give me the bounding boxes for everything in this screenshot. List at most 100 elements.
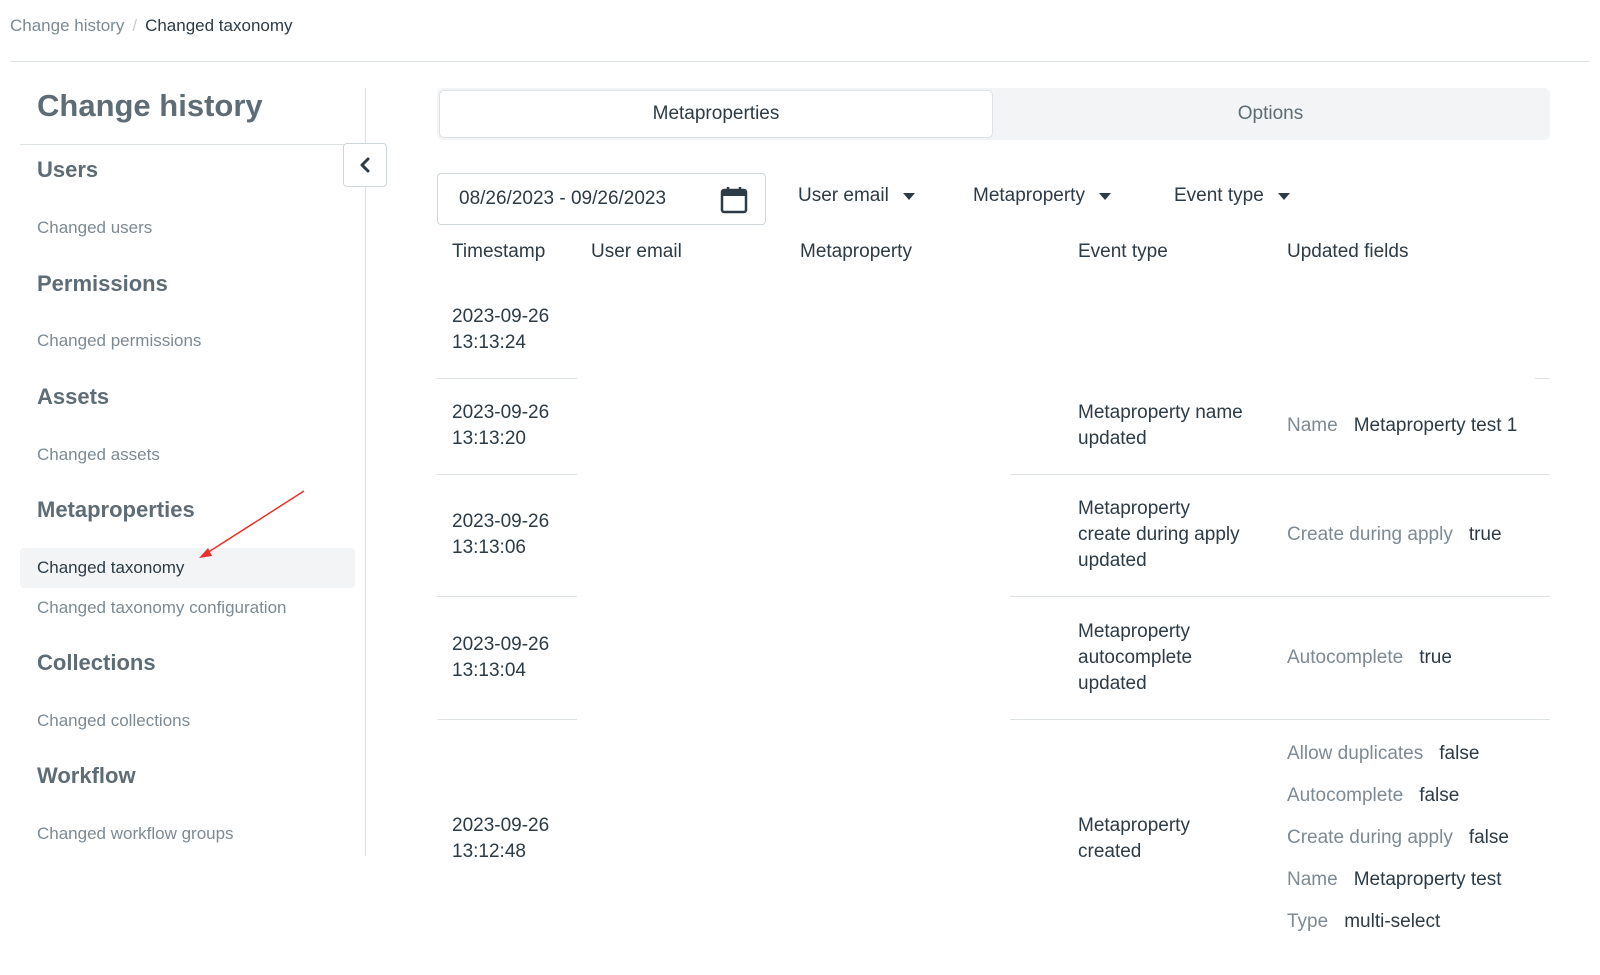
table-row-timestamp: 2023-09-26 13:13:04 [452, 632, 549, 684]
metaproperty-filter-label: Metaproperty [973, 185, 1085, 206]
row-divider [1535, 378, 1550, 379]
timestamp-date: 2023-09-26 [452, 511, 550, 532]
timestamp-time: 13:13:20 [452, 428, 526, 449]
sidebar-item-changed-taxonomy[interactable]: Changed taxonomy [20, 548, 355, 588]
sidebar-section-workflow: Workflow [37, 763, 136, 788]
updated-field: Autocomplete true [1287, 645, 1452, 671]
breadcrumb-separator: / [132, 16, 138, 35]
event-type-line: create during apply [1078, 524, 1240, 545]
caret-down-icon [1098, 192, 1111, 200]
field-label: Name [1287, 415, 1338, 436]
caret-down-icon [902, 192, 915, 200]
event-type-line: Metaproperty [1078, 621, 1190, 642]
sidebar-item-changed-permissions[interactable]: Changed permissions [20, 321, 355, 361]
timestamp-time: 13:12:48 [452, 841, 526, 862]
timestamp-time: 13:13:06 [452, 537, 526, 558]
updated-field: Name Metaproperty test 1 [1287, 413, 1517, 439]
field-label: Create during apply [1287, 524, 1453, 545]
field-value: true [1468, 524, 1502, 545]
tab-bar: Metaproperties Options [437, 88, 1550, 140]
field-value: false [1439, 743, 1480, 764]
event-type-line: updated [1078, 550, 1147, 571]
table-row-timestamp: 2023-09-26 13:13:06 [452, 509, 549, 561]
sidebar-item-changed-taxonomy-configuration[interactable]: Changed taxonomy configuration [20, 588, 355, 628]
row-divider [1010, 474, 1550, 475]
header-divider [10, 61, 1590, 62]
tab-metaproperties[interactable]: Metaproperties [439, 90, 993, 138]
event-type-filter-label: Event type [1174, 185, 1264, 206]
event-type-line: updated [1078, 428, 1147, 449]
breadcrumb-link-change-history[interactable]: Change history [10, 16, 124, 36]
table-row-event-type: Metaproperty created [1078, 813, 1190, 865]
field-label: Autocomplete [1287, 785, 1404, 806]
table-row-timestamp: 2023-09-26 13:13:24 [452, 304, 549, 356]
caret-down-icon [1277, 192, 1290, 200]
sidebar-item-changed-workflow-groups[interactable]: Changed workflow groups [20, 814, 355, 854]
table-row-event-type: Metaproperty create during apply updated [1078, 496, 1240, 574]
timestamp-date: 2023-09-26 [452, 306, 550, 327]
field-value: false [1419, 785, 1460, 806]
field-label: Allow duplicates [1287, 743, 1424, 764]
event-type-line: autocomplete [1078, 647, 1193, 668]
row-divider [437, 474, 577, 475]
field-value: true [1419, 647, 1452, 668]
field-value: Metaproperty test 1 [1353, 415, 1518, 436]
timestamp-time: 13:13:24 [452, 332, 526, 353]
sidebar-title: Change history [37, 88, 263, 123]
timestamp-time: 13:13:04 [452, 660, 526, 681]
sidebar-section-users: Users [37, 157, 99, 182]
updated-field: Allow duplicates false [1287, 741, 1479, 767]
sidebar-item-changed-assets[interactable]: Changed assets [20, 435, 355, 475]
metaproperty-filter[interactable]: Metaproperty [973, 185, 1111, 207]
event-type-line: updated [1078, 673, 1147, 694]
table-row-timestamp: 2023-09-26 13:13:20 [452, 400, 549, 452]
table-row-event-type: Metaproperty autocomplete updated [1078, 619, 1192, 697]
sidebar: Change history Users Changed users Permi… [20, 88, 366, 856]
sidebar-collapse-button[interactable] [343, 143, 387, 187]
field-value: multi-select [1344, 911, 1441, 932]
timestamp-date: 2023-09-26 [452, 634, 550, 655]
field-label: Autocomplete [1287, 647, 1404, 668]
event-type-filter[interactable]: Event type [1174, 185, 1290, 207]
field-label: Type [1287, 911, 1329, 932]
sidebar-section-metaproperties: Metaproperties [37, 497, 195, 522]
sidebar-section-collections: Collections [37, 650, 156, 675]
breadcrumb-current: Changed taxonomy [145, 16, 293, 35]
user-email-filter-label: User email [798, 185, 889, 206]
field-value: Metaproperty test [1353, 869, 1502, 890]
updated-field: Autocomplete false [1287, 783, 1459, 809]
row-divider [1010, 596, 1550, 597]
row-divider [437, 719, 577, 720]
row-divider [437, 378, 577, 379]
updated-field: Create during apply true [1287, 522, 1502, 548]
field-value: false [1468, 827, 1509, 848]
user-email-filter[interactable]: User email [798, 185, 915, 207]
date-range-picker[interactable]: 08/26/2023 - 09/26/2023 [437, 173, 766, 225]
column-header-event-type: Event type [1078, 241, 1168, 262]
date-range-value: 08/26/2023 - 09/26/2023 [459, 188, 667, 209]
sidebar-item-changed-users[interactable]: Changed users [20, 208, 355, 248]
event-type-line: created [1078, 841, 1142, 862]
table-row-timestamp: 2023-09-26 13:12:48 [452, 813, 549, 865]
field-label: Name [1287, 869, 1338, 890]
event-type-line: Metaproperty [1078, 815, 1190, 836]
updated-field: Name Metaproperty test [1287, 867, 1502, 893]
timestamp-date: 2023-09-26 [452, 815, 550, 836]
sidebar-divider [20, 144, 345, 145]
column-header-metaproperty: Metaproperty [800, 241, 912, 262]
calendar-icon[interactable] [719, 185, 749, 215]
table-row-event-type: Metaproperty name updated [1078, 400, 1243, 452]
column-header-updated-fields: Updated fields [1287, 241, 1409, 262]
timestamp-date: 2023-09-26 [452, 402, 550, 423]
tab-options[interactable]: Options [993, 90, 1548, 138]
event-type-line: Metaproperty name [1078, 402, 1243, 423]
sidebar-section-permissions: Permissions [37, 271, 168, 296]
sidebar-item-changed-collections[interactable]: Changed collections [20, 701, 355, 741]
updated-field: Type multi-select [1287, 909, 1440, 935]
updated-field: Create during apply false [1287, 825, 1509, 851]
column-header-timestamp: Timestamp [452, 241, 546, 262]
breadcrumb: Change history / Changed taxonomy [10, 16, 293, 36]
sidebar-section-assets: Assets [37, 384, 110, 409]
column-header-user-email: User email [591, 241, 682, 262]
event-type-line: Metaproperty [1078, 498, 1190, 519]
